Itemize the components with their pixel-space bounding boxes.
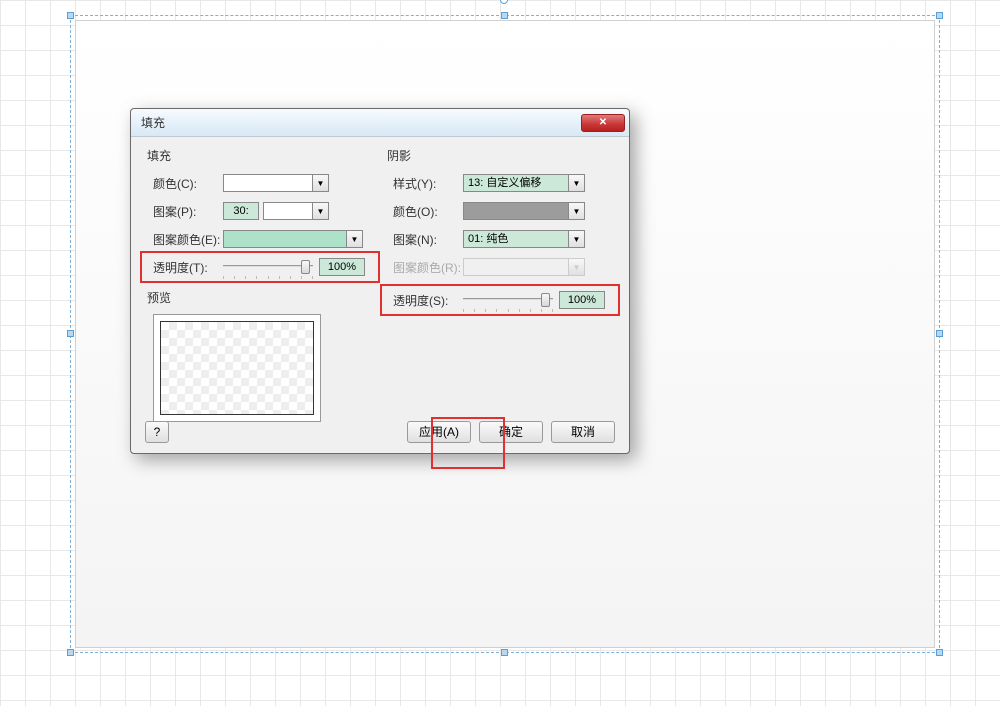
preview-checkerboard: [160, 321, 314, 415]
shadow-opacity-value[interactable]: 100%: [559, 291, 605, 309]
fill-pattern-color-label: 图案颜色(E):: [145, 231, 223, 248]
shadow-opacity-thumb[interactable]: [541, 293, 550, 307]
close-button[interactable]: ✕: [581, 114, 625, 132]
preview-title: 预览: [145, 289, 375, 306]
shadow-pattern-color-dropdown: ▼: [569, 258, 585, 276]
cancel-button[interactable]: 取消: [551, 421, 615, 443]
shadow-pattern-label: 图案(N):: [385, 231, 463, 248]
shadow-style-dropdown[interactable]: ▼: [569, 174, 585, 192]
help-icon: ?: [154, 425, 161, 439]
ok-button[interactable]: 确定: [479, 421, 543, 443]
dialog-title: 填充: [141, 114, 165, 131]
shadow-color-label: 颜色(O):: [385, 203, 463, 220]
shadow-color-swatch[interactable]: [463, 202, 569, 220]
shadow-pattern-dropdown[interactable]: ▼: [569, 230, 585, 248]
fill-pattern-color-dropdown[interactable]: ▼: [347, 230, 363, 248]
shadow-pattern-color-label: 图案颜色(R):: [385, 259, 463, 276]
fill-opacity-highlight: 透明度(T): 100%: [140, 251, 380, 283]
fill-color-label: 颜色(C):: [145, 175, 223, 192]
fill-opacity-slider[interactable]: [223, 258, 313, 276]
shadow-section-title: 阴影: [385, 147, 615, 164]
shadow-opacity-highlight: 透明度(S): 100%: [380, 284, 620, 316]
fill-section: 填充 颜色(C): ▼ 图案(P): 30: ▼ 图案颜色(E): ▼: [145, 147, 375, 422]
fill-pattern-label: 图案(P):: [145, 203, 223, 220]
shadow-style-value[interactable]: 13: 自定义偏移: [463, 174, 569, 192]
fill-opacity-thumb[interactable]: [301, 260, 310, 274]
preview-frame: [153, 314, 321, 422]
shadow-style-label: 样式(Y):: [385, 175, 463, 192]
fill-pattern-value[interactable]: 30:: [223, 202, 259, 220]
shadow-opacity-slider[interactable]: [463, 291, 553, 309]
fill-opacity-label: 透明度(T):: [145, 259, 223, 276]
fill-color-swatch[interactable]: [223, 174, 313, 192]
fill-dialog: 填充 ✕ 填充 颜色(C): ▼ 图案(P): 30: ▼ 图案颜色(E):: [130, 108, 630, 454]
shadow-section: 阴影 样式(Y): 13: 自定义偏移 ▼ 颜色(O): ▼ 图案(N): 01…: [385, 147, 615, 422]
shadow-pattern-value[interactable]: 01: 纯色: [463, 230, 569, 248]
shadow-pattern-color-swatch: [463, 258, 569, 276]
fill-opacity-value[interactable]: 100%: [319, 258, 365, 276]
apply-button[interactable]: 应用(A): [407, 421, 471, 443]
fill-pattern-dropdown[interactable]: ▼: [313, 202, 329, 220]
help-button[interactable]: ?: [145, 421, 169, 443]
fill-section-title: 填充: [145, 147, 375, 164]
close-icon: ✕: [599, 117, 607, 128]
fill-color-dropdown[interactable]: ▼: [313, 174, 329, 192]
shadow-opacity-label: 透明度(S):: [385, 292, 463, 309]
shadow-color-dropdown[interactable]: ▼: [569, 202, 585, 220]
fill-pattern-swatch[interactable]: [263, 202, 313, 220]
dialog-titlebar[interactable]: 填充 ✕: [131, 109, 629, 137]
fill-pattern-color-swatch[interactable]: [223, 230, 347, 248]
